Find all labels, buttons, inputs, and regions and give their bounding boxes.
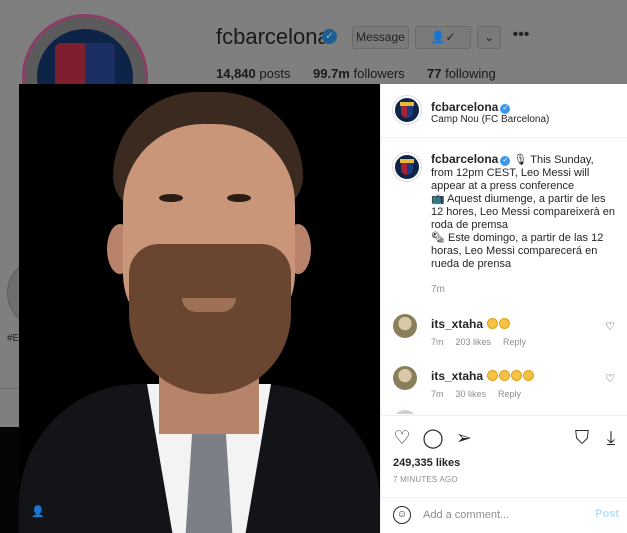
post-timestamp: 7 MINUTES AGO xyxy=(393,475,458,484)
comment-like-heart-icon[interactable]: ♡ xyxy=(605,320,615,333)
post-comment-button[interactable]: Post xyxy=(595,508,619,520)
share-icon[interactable]: ➢ xyxy=(453,428,475,450)
comment-time[interactable]: 7m xyxy=(431,337,444,347)
commenter-avatar[interactable] xyxy=(393,410,417,414)
likes-count[interactable]: 249,335 likes xyxy=(393,457,460,469)
emoji-icon xyxy=(511,370,523,381)
post-location[interactable]: Camp Nou (FC Barcelona) xyxy=(431,114,549,125)
highlight-label: #E xyxy=(7,333,20,344)
comment-meta: 7m 203 likes Reply xyxy=(431,337,538,347)
post-header: fcbarcelona ✓ Camp Nou (FC Barcelona) xyxy=(381,84,627,138)
commenter-username[interactable]: ja_leo xyxy=(431,413,465,414)
message-button[interactable]: Message xyxy=(352,26,409,49)
divider xyxy=(0,388,20,389)
verified-badge-icon: ✓ xyxy=(500,156,511,166)
background-dark-area xyxy=(0,427,20,533)
comment-text: its_xtaha xyxy=(431,369,535,383)
comment-text: its_xtaha xyxy=(431,317,511,331)
emoji-icon xyxy=(499,370,511,381)
following-count[interactable]: 77 following xyxy=(427,66,496,81)
more-options-button[interactable]: ••• xyxy=(508,26,534,49)
photo-beard xyxy=(129,244,291,394)
reply-button[interactable]: Reply xyxy=(503,337,526,347)
commenter-username[interactable]: its_xtaha xyxy=(431,317,483,331)
caption-time[interactable]: 7m xyxy=(431,284,445,295)
post-actions: ♡ ◯ ➢ ⛉ ⤓ 249,335 likes 7 MINUTES AGO xyxy=(381,415,627,488)
emoji-icon xyxy=(523,370,535,381)
bookmark-icon[interactable]: ⛉ xyxy=(571,428,593,450)
user-check-icon: 👤✓ xyxy=(430,30,456,44)
commenter-username[interactable]: its_xtaha xyxy=(431,369,483,383)
verified-badge-icon: ✓ xyxy=(500,104,511,114)
profile-username: fcbarcelona xyxy=(216,24,330,49)
post-author-avatar[interactable] xyxy=(393,96,421,124)
post-caption: fcbarcelona ✓ 🎙 This Sunday, from 12pm CE… xyxy=(431,153,617,271)
add-comment-bar: ☺ Post xyxy=(381,497,627,533)
followers-count[interactable]: 99.7m followers xyxy=(313,66,405,81)
comment-likes[interactable]: 30 likes xyxy=(456,389,487,399)
photo-mouth xyxy=(182,298,236,312)
commenter-avatar[interactable] xyxy=(393,366,417,390)
post-side-panel: fcbarcelona ✓ Camp Nou (FC Barcelona) fcb… xyxy=(380,84,627,533)
caption-author-avatar[interactable] xyxy=(393,153,421,181)
posts-count: 14,840 posts xyxy=(216,66,291,81)
comment-item: its_xtaha 7m 203 likes Reply ♡ xyxy=(393,314,623,354)
add-comment-input[interactable] xyxy=(423,506,573,524)
comments-list[interactable]: fcbarcelona ✓ 🎙 This Sunday, from 12pm CE… xyxy=(381,139,627,414)
reply-button[interactable]: Reply xyxy=(498,389,521,399)
download-icon[interactable]: ⤓ xyxy=(600,428,622,450)
comment-like-heart-icon[interactable]: ♡ xyxy=(605,372,615,385)
comment-item: its_xtaha 7m 30 likes Reply ♡ xyxy=(393,366,623,406)
comment-time[interactable]: 7m xyxy=(431,389,444,399)
heart-icon[interactable]: ♡ xyxy=(391,428,413,450)
photo-eye xyxy=(159,194,183,202)
emoji-icon xyxy=(487,370,499,381)
caption-line-3: 🗞 Este domingo, a partir de las 12 horas… xyxy=(431,232,604,270)
verified-badge-icon: ✓ xyxy=(322,29,337,44)
smile-icon[interactable]: ☺ xyxy=(393,506,411,524)
comment-likes[interactable]: 203 likes xyxy=(456,337,492,347)
post-author-username[interactable]: fcbarcelona xyxy=(431,100,498,114)
post-modal: 👤 fcbarcelona ✓ Camp Nou (FC Barcelona) f… xyxy=(19,84,627,533)
emoji-icon xyxy=(499,318,511,329)
tagged-user-icon[interactable]: 👤 xyxy=(31,505,45,519)
post-photo[interactable]: 👤 xyxy=(19,84,380,533)
comment-icon[interactable]: ◯ xyxy=(422,428,444,450)
suggested-dropdown-button[interactable]: ⌄ xyxy=(477,26,501,49)
chevron-down-icon: ⌄ xyxy=(483,30,495,44)
comment-text: ja_leo xyxy=(431,413,528,414)
commenter-avatar[interactable] xyxy=(393,314,417,338)
caption-username[interactable]: fcbarcelona xyxy=(431,152,498,166)
comment-item: ja_leo xyxy=(393,410,623,414)
following-button[interactable]: 👤✓ xyxy=(415,26,471,49)
emoji-icon xyxy=(487,318,499,329)
photo-eye xyxy=(227,194,251,202)
comment-meta: 7m 30 likes Reply xyxy=(431,389,533,399)
caption-line-2: 📺 Aquest diumenge, a partir de les 12 ho… xyxy=(431,193,616,231)
